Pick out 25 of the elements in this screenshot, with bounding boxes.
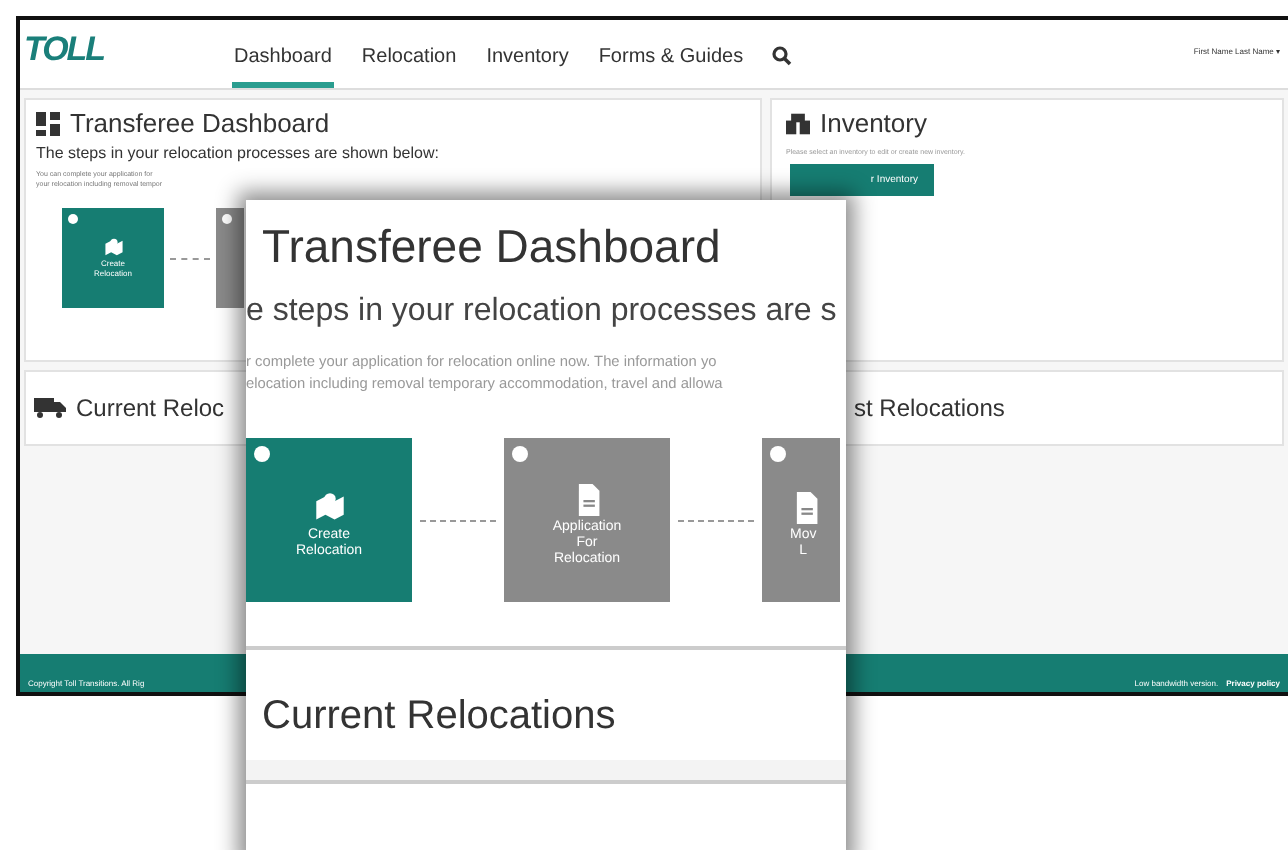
boxes-icon	[786, 111, 810, 135]
page-subtitle: e steps in your relocation processes are s	[246, 294, 839, 330]
dashboard-icon	[36, 111, 60, 135]
nav-tab[interactable]: Relocation	[359, 46, 459, 88]
nav-tab[interactable]: Inventory	[484, 46, 571, 88]
circle-icon	[770, 446, 786, 462]
map-icon	[103, 238, 123, 258]
step-tile[interactable]	[216, 208, 244, 308]
search-icon[interactable]	[771, 46, 792, 66]
panel-title: Inventory	[820, 108, 927, 138]
truck-icon	[34, 398, 66, 418]
circle-icon	[254, 446, 270, 462]
map-icon	[313, 492, 345, 524]
panel-subtitle: The steps in your relocation processes are shown below:	[36, 144, 441, 162]
circle-icon	[512, 446, 528, 462]
circle-icon	[68, 214, 78, 224]
panel-title: Current Reloc	[76, 394, 225, 422]
page-title: Transferee Dashboard	[262, 220, 723, 274]
logo[interactable]: TOLL	[24, 30, 232, 70]
panel-title: st Relocations	[854, 394, 1005, 422]
panel-title: Transferee Dashboard	[70, 108, 330, 138]
section-title: Current Relocations	[262, 694, 616, 738]
nav-tab[interactable]: Forms & Guides	[596, 46, 746, 88]
nav-tab[interactable]: Dashboard	[232, 46, 334, 88]
circle-icon	[222, 214, 232, 224]
